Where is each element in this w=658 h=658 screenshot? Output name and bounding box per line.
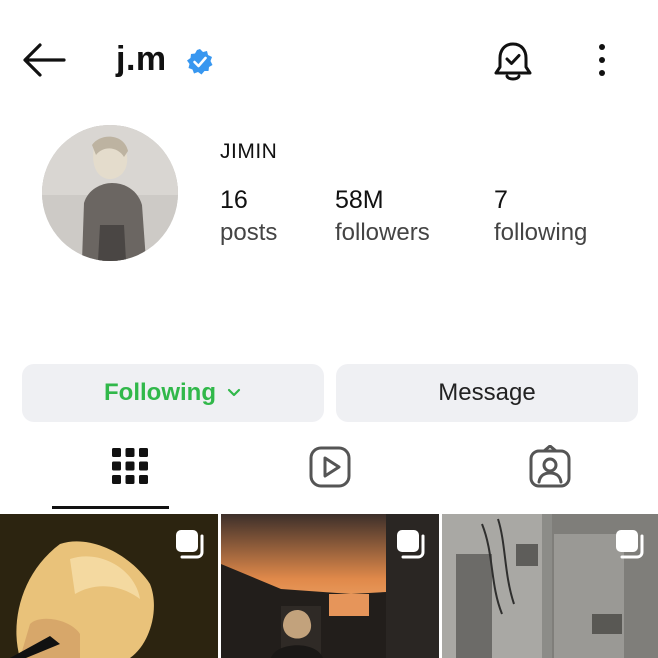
following-label: following (494, 219, 588, 246)
multiple-images-icon (616, 530, 644, 559)
back-arrow-icon[interactable] (20, 40, 68, 80)
posts-label: posts (220, 219, 278, 246)
tab-posts-grid[interactable] (50, 440, 210, 510)
following-button-label: Following (104, 379, 216, 406)
post-thumbnail[interactable] (221, 514, 439, 658)
chevron-down-icon (227, 388, 241, 397)
more-options-icon[interactable] (590, 40, 614, 80)
grid-icon (112, 448, 148, 484)
username: j.m (116, 40, 167, 78)
reels-icon (309, 446, 351, 488)
verified-badge-icon (186, 48, 214, 76)
selected-tab-indicator (52, 506, 169, 509)
display-name: JIMIN (220, 140, 278, 163)
followers-label: followers (335, 219, 430, 246)
message-button-label: Message (438, 379, 536, 406)
following-count: 7 (494, 186, 508, 214)
notification-bell-icon[interactable] (492, 40, 534, 84)
multiple-images-icon (397, 530, 425, 559)
following-button[interactable]: Following (22, 364, 324, 422)
profile-avatar[interactable] (42, 125, 178, 261)
message-button[interactable]: Message (336, 364, 638, 422)
followers-stat[interactable]: 58M followers (335, 185, 430, 251)
followers-count: 58M (335, 186, 384, 214)
multiple-images-icon (176, 530, 204, 559)
posts-stat[interactable]: 16 posts (220, 185, 277, 251)
tab-reels[interactable] (250, 440, 410, 510)
profile-header: j.m (0, 0, 658, 120)
following-stat[interactable]: 7 following (494, 185, 587, 251)
posts-count: 16 (220, 186, 248, 214)
post-thumbnail[interactable] (442, 514, 658, 658)
post-thumbnail[interactable] (0, 514, 218, 658)
tab-tagged[interactable] (470, 440, 630, 510)
tagged-icon (529, 445, 571, 488)
posts-grid (0, 514, 658, 658)
